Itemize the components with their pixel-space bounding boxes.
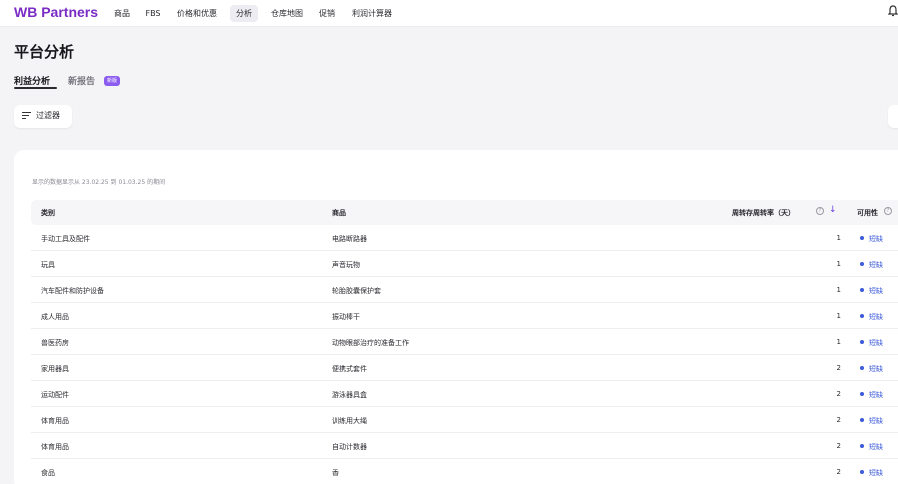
page-title: 平台分析	[14, 43, 75, 61]
table-row[interactable]: 手动工具及配件 电路断路器 1 短缺	[31, 225, 898, 251]
table-row[interactable]: 兽医药房 动物眼部治疗的准备工作 1 短缺	[31, 329, 898, 355]
cell-availability: 短缺	[869, 443, 883, 451]
cell-days: 1	[836, 260, 841, 268]
settings-button[interactable]	[888, 105, 898, 128]
header-product[interactable]: 商品	[332, 208, 346, 218]
status-dot	[860, 262, 864, 266]
cell-category: 运动配件	[41, 391, 69, 399]
period-note: 显示的数据显示从 23.02.25 到 01.03.25 的期间	[32, 179, 166, 186]
nav-item-prices-discounts[interactable]: 价格和优惠	[172, 5, 222, 22]
active-tab-indicator	[14, 87, 57, 89]
tab-new-report[interactable]: 新报告	[68, 74, 95, 87]
status-dot	[860, 444, 864, 448]
top-navigation-bar: WB Partners 商品 FBS 价格和优惠 分析 仓库地图 促销 利润计算…	[0, 0, 898, 27]
cell-availability: 短缺	[869, 365, 883, 373]
cell-days: 2	[836, 468, 841, 476]
filter-button-label: 过滤器	[36, 111, 60, 120]
cell-product: 自动计数器	[332, 443, 367, 451]
nav-item-profit-calculator[interactable]: 利润计算器	[346, 5, 398, 22]
cell-availability: 短缺	[869, 313, 883, 321]
cell-days: 1	[836, 338, 841, 346]
table-row[interactable]: 汽车配件和防护设备 轮胎胶囊保护套 1 短缺	[31, 277, 898, 303]
tab-profit-analysis[interactable]: 利益分析	[14, 74, 50, 87]
cell-product: 声音玩物	[332, 261, 360, 269]
status-dot	[860, 418, 864, 422]
cell-availability: 短缺	[869, 261, 883, 269]
cell-availability: 短缺	[869, 469, 883, 477]
header-days[interactable]: 周转存周转率（天）	[732, 208, 795, 218]
cell-category: 玩具	[41, 261, 55, 269]
nav-item-fbs[interactable]: FBS	[142, 5, 164, 22]
cell-category: 兽医药房	[41, 339, 69, 347]
cell-category: 体育用品	[41, 417, 69, 425]
cell-product: 动物眼部治疗的准备工作	[332, 339, 409, 347]
cell-days: 2	[836, 416, 841, 424]
table-row[interactable]: 玩具 声音玩物 1 短缺	[31, 251, 898, 277]
cell-category: 成人用品	[41, 313, 69, 321]
cell-product: 振动棒干	[332, 313, 360, 321]
cell-days: 2	[836, 364, 841, 372]
cell-product: 轮胎胶囊保护套	[332, 287, 381, 295]
table-row[interactable]: 家用器具 便携式套件 2 短缺	[31, 355, 898, 381]
table-row[interactable]: 体育用品 训练用大绳 2 短缺	[31, 407, 898, 433]
status-dot	[860, 392, 864, 396]
status-dot	[860, 340, 864, 344]
cell-availability: 短缺	[869, 417, 883, 425]
cell-category: 汽车配件和防护设备	[41, 287, 104, 295]
new-badge: 新版	[104, 76, 121, 86]
cell-days: 2	[836, 442, 841, 450]
table-row[interactable]: 食品 香 2 短缺	[31, 459, 898, 484]
cell-category: 手动工具及配件	[41, 235, 90, 243]
cell-availability: 短缺	[869, 339, 883, 347]
brand-logo[interactable]: WB Partners	[14, 4, 98, 20]
status-dot	[860, 470, 864, 474]
filter-icon	[22, 112, 31, 120]
cell-days: 2	[836, 390, 841, 398]
status-dot	[860, 236, 864, 240]
nav-item-analytics[interactable]: 分析	[230, 5, 258, 22]
nav-item-warehouse-map[interactable]: 仓库地图	[266, 5, 308, 22]
cell-category: 体育用品	[41, 443, 69, 451]
table-row[interactable]: 运动配件 游泳器具盒 2 短缺	[31, 381, 898, 407]
cell-product: 电路断路器	[332, 235, 367, 243]
bell-icon[interactable]	[887, 5, 898, 20]
header-category[interactable]: 类别	[41, 208, 55, 218]
table-row[interactable]: 成人用品 振动棒干 1 短缺	[31, 303, 898, 329]
cell-availability: 短缺	[869, 287, 883, 295]
status-dot	[860, 366, 864, 370]
cell-category: 家用器具	[41, 365, 69, 373]
cell-product: 便携式套件	[332, 365, 367, 373]
cell-days: 1	[836, 312, 841, 320]
cell-category: 食品	[41, 469, 55, 477]
filter-button[interactable]: 过滤器	[14, 105, 72, 128]
nav-item-promotions[interactable]: 促销	[316, 5, 338, 22]
cell-product: 香	[332, 469, 339, 477]
cell-product: 训练用大绳	[332, 417, 367, 425]
cell-availability: 短缺	[869, 391, 883, 399]
arrow-down-icon[interactable]: ↓	[829, 205, 837, 215]
cell-days: 1	[836, 286, 841, 294]
cell-product: 游泳器具盒	[332, 391, 367, 399]
status-dot	[860, 314, 864, 318]
question-circle-icon[interactable]: ?	[816, 207, 824, 215]
question-circle-icon[interactable]: ?	[884, 207, 892, 215]
cell-days: 1	[836, 234, 841, 242]
table-row[interactable]: 体育用品 自动计数器 2 短缺	[31, 433, 898, 459]
header-availability[interactable]: 可用性	[857, 208, 878, 218]
cell-availability: 短缺	[869, 235, 883, 243]
nav-item-products[interactable]: 商品	[110, 5, 134, 22]
status-dot	[860, 288, 864, 292]
